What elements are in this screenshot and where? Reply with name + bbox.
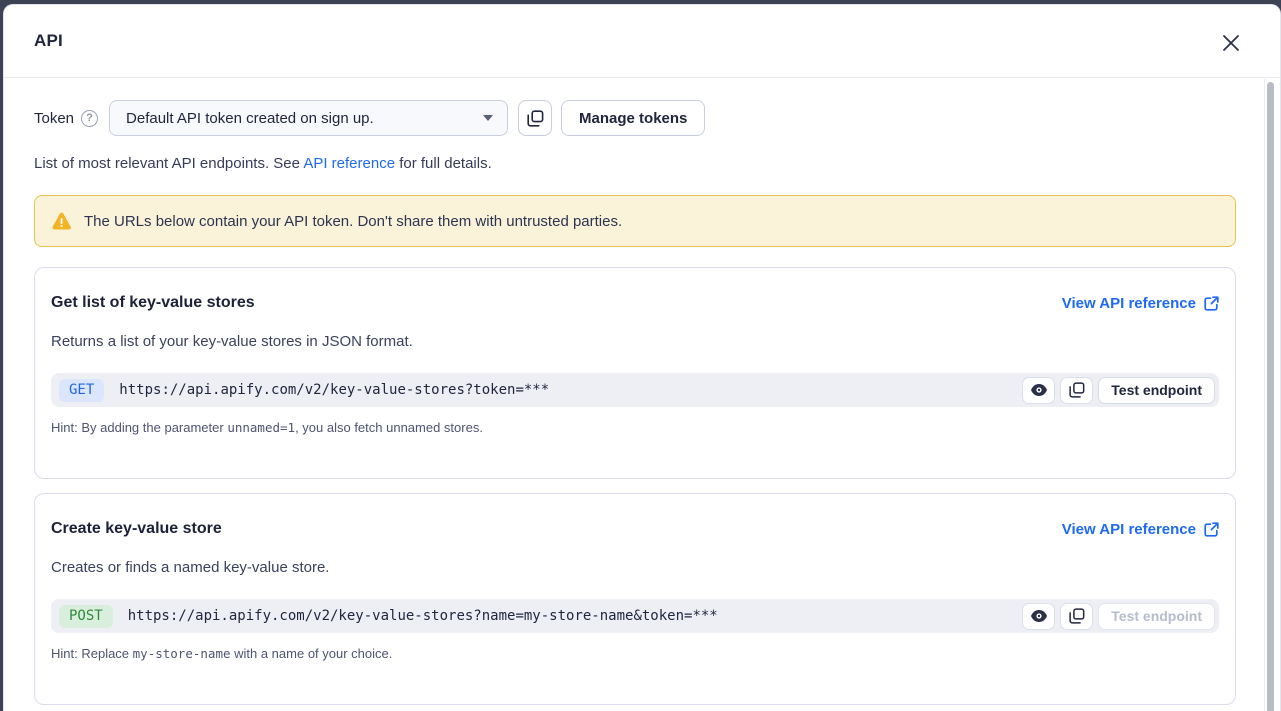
method-badge-get: GET	[59, 379, 104, 402]
api-modal: API Token ? Default API token created on…	[3, 4, 1281, 711]
warning-text: The URLs below contain your API token. D…	[84, 213, 622, 230]
intro-text-after: for full details.	[395, 155, 492, 172]
endpoint-row: GET https://api.apify.com/v2/key-value-s…	[51, 373, 1219, 407]
test-endpoint-button-disabled[interactable]: Test endpoint	[1098, 603, 1215, 630]
endpoint-url: https://api.apify.com/v2/key-value-store…	[128, 608, 1023, 624]
endpoint-hint: Hint: Replace my-store-name with a name …	[51, 646, 1219, 661]
token-select-value: Default API token created on sign up.	[126, 110, 475, 127]
card-title: Create key-value store	[51, 520, 222, 538]
endpoint-actions: Test endpoint	[1022, 377, 1215, 404]
token-select[interactable]: Default API token created on sign up.	[109, 100, 508, 136]
eye-icon	[1030, 609, 1048, 623]
reveal-token-button[interactable]	[1022, 377, 1055, 404]
token-label: Token	[34, 110, 74, 127]
help-icon[interactable]: ?	[81, 110, 98, 127]
copy-url-button[interactable]	[1060, 603, 1093, 630]
method-badge-post: POST	[59, 605, 113, 628]
endpoint-card-get-list: Get list of key-value stores View API re…	[34, 267, 1236, 479]
test-endpoint-button[interactable]: Test endpoint	[1098, 377, 1215, 404]
intro-text: List of most relevant API endpoints. See…	[34, 155, 1236, 172]
card-head: Create key-value store View API referenc…	[51, 520, 1219, 538]
token-row: Token ? Default API token created on sig…	[34, 100, 1236, 136]
view-api-reference-label: View API reference	[1062, 295, 1196, 312]
card-description: Creates or finds a named key-value store…	[51, 559, 1219, 576]
modal-body: Token ? Default API token created on sig…	[4, 78, 1280, 705]
view-api-reference-label: View API reference	[1062, 521, 1196, 538]
scrollbar-thumb[interactable]	[1267, 82, 1274, 711]
modal-header: API	[4, 5, 1280, 78]
external-link-icon	[1204, 296, 1219, 311]
copy-token-button[interactable]	[518, 100, 552, 136]
hint-code: my-store-name	[133, 646, 231, 661]
manage-tokens-button[interactable]: Manage tokens	[561, 100, 705, 136]
hint-code: unnamed=1	[227, 420, 295, 435]
card-head: Get list of key-value stores View API re…	[51, 294, 1219, 312]
modal-title: API	[34, 31, 63, 51]
external-link-icon	[1204, 522, 1219, 537]
close-button[interactable]	[1220, 32, 1242, 54]
endpoint-url: https://api.apify.com/v2/key-value-store…	[119, 382, 1022, 398]
endpoint-hint: Hint: By adding the parameter unnamed=1,…	[51, 420, 1219, 435]
view-api-reference-link[interactable]: View API reference	[1062, 295, 1219, 312]
copy-url-button[interactable]	[1060, 377, 1093, 404]
card-title: Get list of key-value stores	[51, 294, 255, 312]
endpoint-actions: Test endpoint	[1022, 603, 1215, 630]
api-reference-link[interactable]: API reference	[303, 155, 395, 172]
copy-icon	[1069, 608, 1085, 624]
close-icon	[1222, 34, 1240, 52]
card-description: Returns a list of your key-value stores …	[51, 333, 1219, 350]
chevron-down-icon	[483, 115, 493, 121]
copy-icon	[1069, 382, 1085, 398]
scrollbar[interactable]	[1264, 79, 1276, 711]
endpoint-card-create-store: Create key-value store View API referenc…	[34, 493, 1236, 705]
intro-text-before: List of most relevant API endpoints. See	[34, 155, 303, 172]
warning-triangle-icon	[51, 212, 84, 231]
warning-banner: The URLs below contain your API token. D…	[34, 195, 1236, 247]
view-api-reference-link[interactable]: View API reference	[1062, 521, 1219, 538]
eye-icon	[1030, 383, 1048, 397]
reveal-token-button[interactable]	[1022, 603, 1055, 630]
endpoint-row: POST https://api.apify.com/v2/key-value-…	[51, 599, 1219, 633]
copy-icon	[527, 110, 544, 127]
